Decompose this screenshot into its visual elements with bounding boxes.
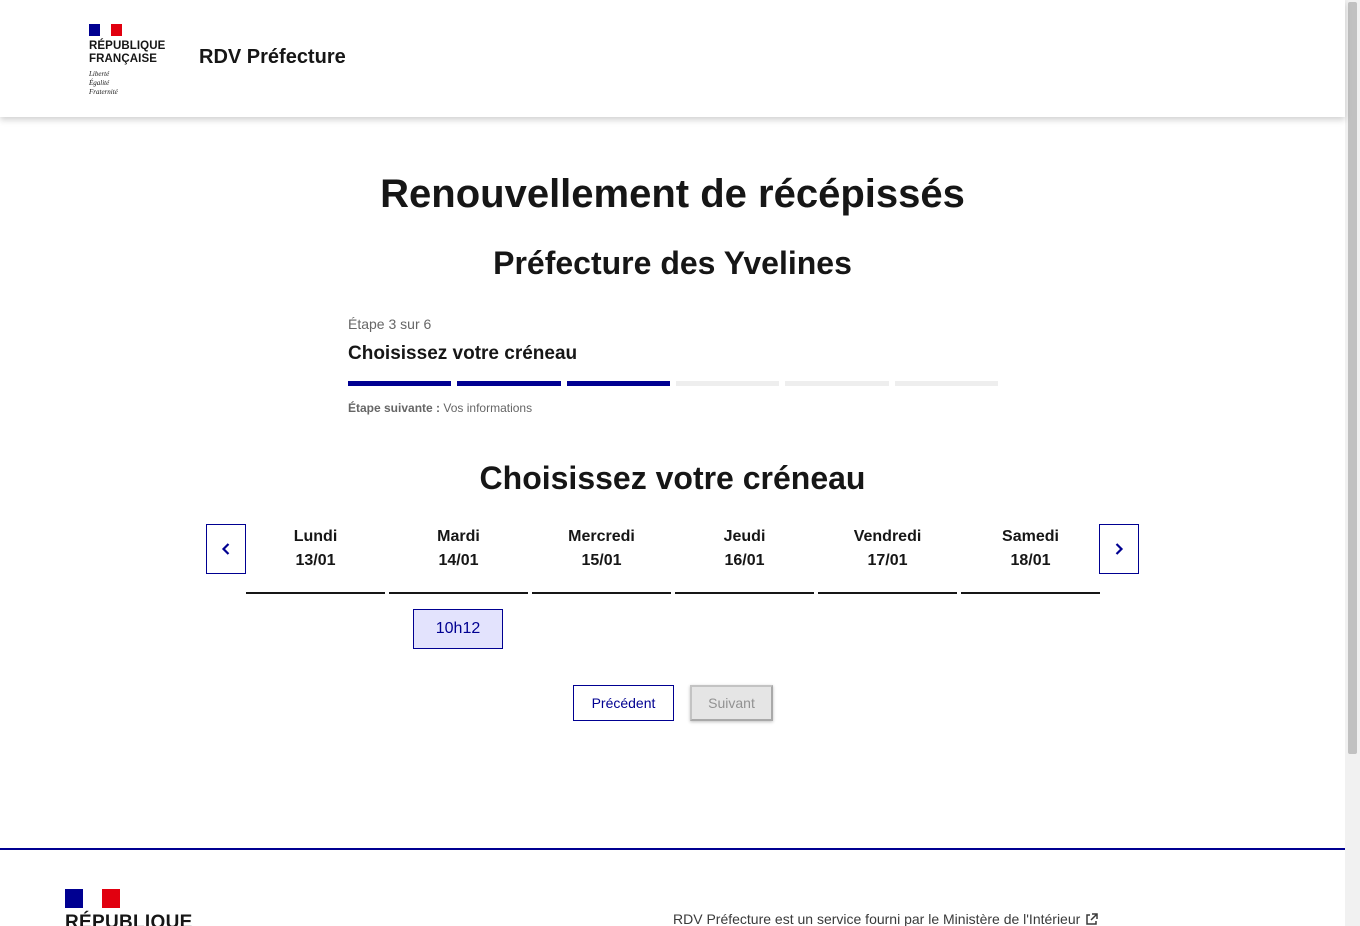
marianne-flag-icon <box>89 24 122 36</box>
scrollbar-thumb[interactable] <box>1348 2 1357 754</box>
motto-egalite: Égalité <box>89 79 110 87</box>
logo-line-2: FRANÇAISE <box>89 53 157 65</box>
footer-logo-text: RÉPUBLIQUE <box>65 912 193 926</box>
day-date: 16/01 <box>724 552 765 569</box>
chevron-right-icon <box>1115 543 1124 555</box>
day-name: Samedi <box>1002 528 1059 545</box>
motto: Liberté Égalité Fraternité <box>89 70 179 97</box>
next-week-button[interactable] <box>1099 524 1139 574</box>
logo-line-1: RÉPUBLIQUE <box>89 40 166 52</box>
day-name: Lundi <box>293 528 338 545</box>
step-bar-3 <box>566 381 670 386</box>
day-column[interactable]: Samedi 18/01 <box>961 524 1100 594</box>
footer-description-link[interactable]: RDV Préfecture est un service fourni par… <box>673 911 1099 926</box>
day-column[interactable]: Mercredi 15/01 <box>532 524 671 594</box>
step-next-value: Vos informations <box>443 401 533 415</box>
day-date: 18/01 <box>1010 552 1051 569</box>
chevron-left-icon <box>221 543 230 555</box>
motto-fraternite: Fraternité <box>89 88 118 96</box>
day-name: Vendredi <box>853 528 922 545</box>
marianne-flag-icon <box>65 889 120 908</box>
day-column[interactable]: Lundi 13/01 <box>246 524 385 594</box>
step-state: Étape 3 sur 6 <box>348 316 432 332</box>
footer-logo[interactable]: RÉPUBLIQUE <box>65 889 193 926</box>
service-title[interactable]: RDV Préfecture <box>199 46 346 69</box>
step-bar-1 <box>348 381 452 386</box>
day-name: Jeudi <box>723 528 766 545</box>
day-column[interactable]: Jeudi 16/01 <box>675 524 814 594</box>
step-bar-5 <box>785 381 889 386</box>
step-next-label: Étape suivante : <box>348 401 441 415</box>
day-date: 14/01 <box>438 552 479 569</box>
scrollbar[interactable] <box>1345 0 1360 926</box>
step-title: Choisissez votre créneau <box>348 343 578 364</box>
prefecture-title: Préfecture des Yvelines <box>493 245 852 281</box>
stepper: Étape 3 sur 6 Choisissez votre créneau É… <box>348 316 998 415</box>
next-button[interactable]: Suivant <box>690 685 773 721</box>
footer-description: RDV Préfecture est un service fourni par… <box>673 911 1081 926</box>
external-link-icon <box>1086 912 1099 925</box>
motto-liberte: Liberté <box>89 70 110 78</box>
day-date: 13/01 <box>295 552 336 569</box>
site-footer: RÉPUBLIQUE RDV Préfecture est un service… <box>0 848 1345 926</box>
previous-button[interactable]: Précédent <box>573 685 674 721</box>
previous-week-button[interactable] <box>206 524 246 574</box>
days-row: Lundi 13/01 Mardi 14/01 Mercredi 15/01 J… <box>246 524 1100 594</box>
republique-francaise-logo[interactable]: RÉPUBLIQUE FRANÇAISE Liberté Égalité Fra… <box>89 24 179 97</box>
time-slot-button[interactable]: 10h12 <box>413 609 503 649</box>
day-date: 15/01 <box>581 552 622 569</box>
day-column[interactable]: Mardi 14/01 <box>389 524 528 594</box>
day-name: Mercredi <box>568 528 635 545</box>
slots-title: Choisissez votre créneau <box>479 460 866 496</box>
page-title: Renouvellement de récépissés <box>380 172 965 216</box>
step-progress <box>348 381 998 386</box>
day-date: 17/01 <box>867 552 908 569</box>
day-column[interactable]: Vendredi 17/01 <box>818 524 957 594</box>
step-bar-4 <box>675 381 780 386</box>
step-bar-2 <box>457 381 561 386</box>
site-header: RÉPUBLIQUE FRANÇAISE Liberté Égalité Fra… <box>0 0 1345 117</box>
step-bar-6 <box>894 381 998 386</box>
step-next: Étape suivante : Vos informations <box>348 401 998 415</box>
day-name: Mardi <box>437 528 480 545</box>
